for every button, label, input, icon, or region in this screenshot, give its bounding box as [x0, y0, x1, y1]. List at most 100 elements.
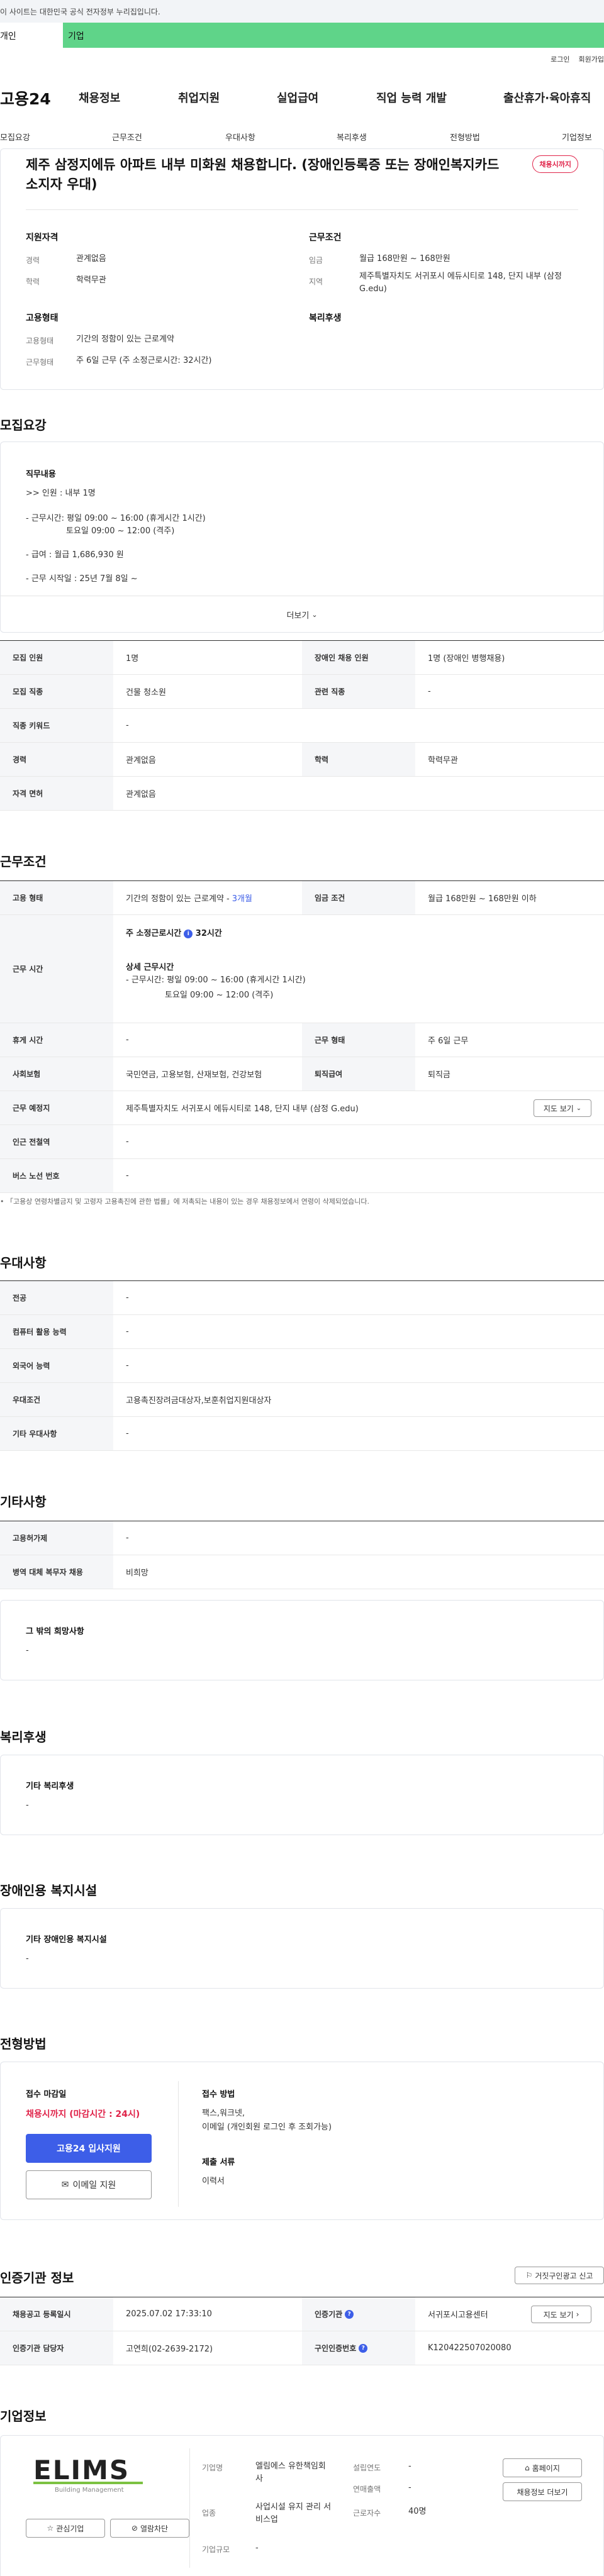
duty-line: 토요일 09:00 ~ 12:00 (격주): [66, 526, 175, 536]
cell-value: 월급 168만원 ~ 168만원 이하: [428, 894, 537, 904]
cell-label: 학력: [302, 743, 415, 776]
logo-text: ELIMS: [33, 2455, 143, 2485]
cond-heading: 근무조건: [309, 233, 342, 243]
info-icon[interactable]: i: [184, 929, 193, 938]
cell-label: 휴게 시간: [0, 1023, 113, 1057]
homepage-button[interactable]: ⌂ 홈페이지: [503, 2458, 582, 2477]
subnav-recruit[interactable]: 모집요강: [0, 131, 30, 143]
table-row: 고용허가제 -: [0, 1521, 604, 1555]
map-button[interactable]: 지도 보기 ⌄: [534, 1099, 591, 1117]
favorite-label: 관심기업: [56, 2524, 84, 2533]
tab-business[interactable]: 기업: [63, 23, 604, 48]
logo-word: ELIMS: [33, 2455, 130, 2485]
logo-subtitle: Building Management: [55, 2487, 124, 2494]
subnav-company[interactable]: 기업정보: [562, 131, 592, 143]
table-row: 버스 노선 번호 -: [0, 1159, 604, 1193]
cell-value: 관계없음: [126, 756, 156, 765]
table-row: 근무 시간 주 소정근로시간 i 32시간 상세 근무시간 - 근무시간: 평일 …: [0, 915, 604, 1023]
disability-value: -: [26, 1954, 29, 1963]
table-row: 컴퓨터 활용 능력 -: [0, 1315, 604, 1349]
more-jobs-label: 채용정보 더보기: [517, 2487, 568, 2497]
gnb-employment-support[interactable]: 취업지원: [178, 89, 220, 106]
selection-heading: 전형방법: [0, 2036, 47, 2051]
company-name-label: 기업명: [202, 2463, 223, 2472]
company-name-value: 엘림에스 유한책임회사: [255, 2462, 326, 2484]
cell-label: 고용허가제: [0, 1521, 113, 1555]
signup-link[interactable]: 회원가입: [579, 55, 604, 64]
company-logo: ELIMS Building Management: [33, 2455, 143, 2494]
info-icon[interactable]: ?: [345, 2309, 354, 2319]
company-heading: 기업정보: [0, 2409, 47, 2424]
block-company-button[interactable]: ⊘ 열람차단: [110, 2519, 189, 2538]
duration-link[interactable]: 3개월: [232, 892, 252, 904]
gnb-unemployment-benefit[interactable]: 실업급여: [277, 89, 318, 106]
cell-value: 1명: [126, 654, 139, 663]
chevron-down-icon: ⌄: [311, 611, 318, 619]
cell-label: 퇴직급여: [302, 1057, 415, 1091]
gnb-maternity-leave[interactable]: 출산휴가·육아휴직: [503, 89, 591, 106]
info-icon[interactable]: ?: [359, 2343, 368, 2353]
area-value: 제주특별자치도 서귀포시 에듀시티로 148, 단지 내부 (삼정 G.edu): [359, 272, 562, 294]
cell-label: 구인인증번호: [315, 2344, 357, 2353]
recruit-heading: 모집요강: [0, 418, 47, 433]
cell-value: -: [428, 687, 431, 696]
chevron-down-icon: ⌄: [576, 1104, 582, 1112]
duty-card: 직무내용 >> 인원 : 내부 1명 - 근무시간: 평일 09:00 ~ 16…: [0, 441, 604, 633]
selection-card: 접수 마감일 채용시까지 (마감시간 : 24시) 고용24 입사지원 ✉ 이메일…: [0, 2062, 604, 2220]
cell-value: 서귀포시고용센터: [428, 2311, 488, 2320]
age-notice-text: 「고용상 연령차별금지 및 고령자 고용촉진에 관한 법률」에 저촉되는 내용이…: [6, 1197, 369, 1206]
table-row: 휴게 시간 - 근무 형태 주 6일 근무: [0, 1023, 604, 1057]
cell-value: 제주특별자치도 서귀포시 에듀시티로 148, 단지 내부 (삼정 G.edu): [126, 1104, 359, 1114]
welfare-card: 기타 복리후생 -: [0, 1755, 604, 1835]
cell-label: 근무 시간: [0, 915, 113, 1023]
cell-label: 임금 조건: [302, 881, 415, 914]
hope-heading: 그 밖의 희망사항: [26, 1627, 84, 1636]
wage-value: 월급 168만원 ~ 168만원: [359, 254, 450, 264]
table-row: 우대조건 고용촉진장려금대상자,보훈취업지원대상자: [0, 1383, 604, 1417]
edu-value: 학력무관: [76, 275, 106, 285]
cell-value: -: [126, 1171, 129, 1180]
subnav-selection[interactable]: 전형방법: [450, 131, 480, 143]
tab-personal[interactable]: 개인: [0, 23, 63, 48]
apply-button[interactable]: 고용24 입사지원: [26, 2134, 152, 2163]
job-summary-card: 제주 삼정지에듀 아파트 내부 미화원 채용합니다. (장애인등록증 또는 장애…: [0, 148, 604, 390]
subnav-welfare[interactable]: 복리후생: [337, 131, 367, 143]
table-row: 자격 면허 관계없음: [0, 777, 604, 811]
cell-value: -: [126, 1035, 129, 1045]
more-button[interactable]: 더보기 ⌄: [1, 596, 603, 632]
qual-heading: 지원자격: [26, 233, 59, 243]
cell-label: 경력: [0, 743, 113, 776]
disability-sub-heading: 기타 장애인용 복지시설: [26, 1935, 107, 1945]
report-icon: ⚐: [525, 2271, 533, 2280]
report-button[interactable]: ⚐ 거짓구인광고 신고: [515, 2267, 604, 2284]
cell-label: 근무 형태: [302, 1023, 415, 1057]
welfare-section-heading: 복리후생: [0, 1729, 47, 1745]
cert-heading: 인증기관 정보: [0, 2270, 74, 2285]
weekly-hours-value: 32시간: [195, 929, 222, 938]
subnav-conditions[interactable]: 근무조건: [112, 131, 142, 143]
gnb-vocational-training[interactable]: 직업 능력 개발: [376, 89, 447, 106]
map-label: 지도 보기: [543, 2310, 574, 2319]
size-value: -: [255, 2543, 259, 2553]
subnav-preferences[interactable]: 우대사항: [225, 131, 255, 143]
login-link[interactable]: 로그인: [551, 55, 569, 64]
favorite-company-button[interactable]: ☆ 관심기업: [26, 2519, 105, 2538]
emp-heading: 고용형태: [26, 313, 59, 323]
sales-value: -: [408, 2483, 411, 2492]
deadline-heading: 접수 마감일: [26, 2090, 67, 2099]
founded-label: 설립연도: [353, 2463, 381, 2472]
gnb-jobs[interactable]: 채용정보: [79, 89, 120, 106]
cell-value: 고연희(02-2639-2172): [126, 2345, 213, 2354]
email-apply-button[interactable]: ✉ 이메일 지원: [26, 2170, 152, 2199]
divider: [189, 2448, 190, 2568]
map-button[interactable]: 지도 보기 ›: [531, 2306, 591, 2323]
table-row: 채용공고 등록일시 2025.07.02 17:33:10 인증기관? 서귀포시고용센…: [0, 2297, 604, 2331]
site-logo[interactable]: 고용24: [0, 87, 51, 109]
more-jobs-button[interactable]: 채용정보 더보기: [503, 2482, 582, 2501]
cell-label: 인증기관: [315, 2310, 343, 2319]
duty-line: - 근무 시작일 : 25년 7월 8일 ~: [26, 574, 138, 584]
chevron-right-icon: ›: [576, 2310, 579, 2319]
type-label: 고용형태: [26, 336, 54, 345]
cell-value: 기간의 정함이 있는 근로계약 -: [126, 894, 230, 904]
preferences-heading: 우대사항: [0, 1255, 47, 1270]
